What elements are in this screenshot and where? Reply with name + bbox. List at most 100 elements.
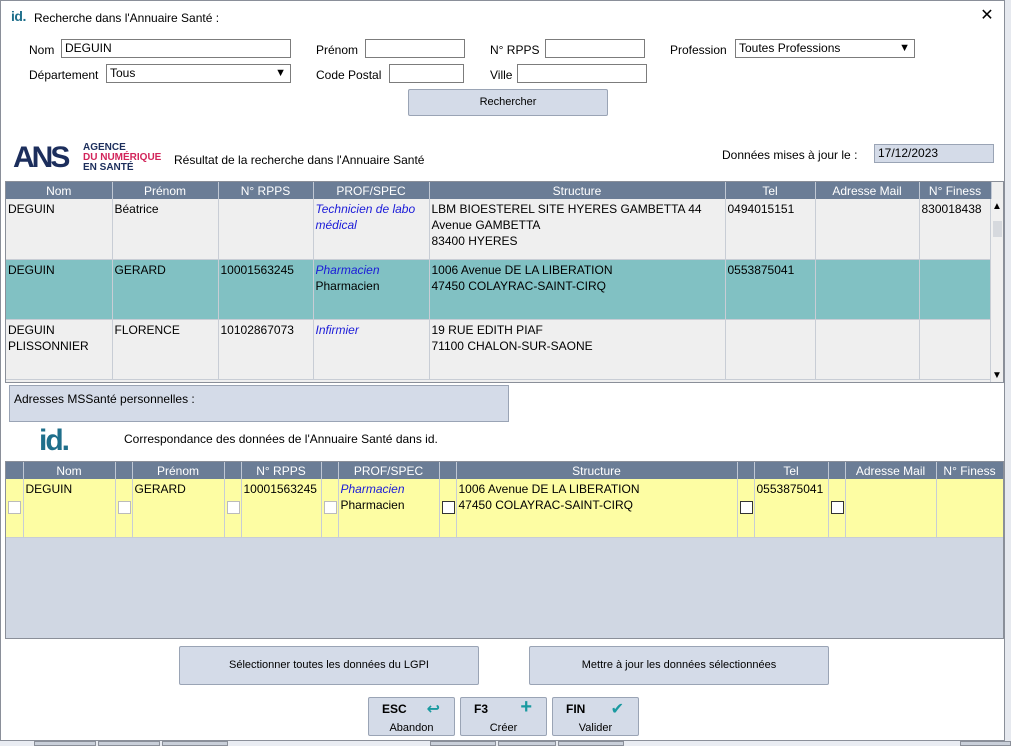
mssante-label: Adresses MSSanté personnelles : bbox=[14, 392, 195, 406]
cell-spec: Technicien de labo médical bbox=[315, 202, 416, 232]
scroll-down-icon[interactable]: ▼ bbox=[992, 370, 1002, 381]
table-row[interactable]: DEGUIN PLISSONNIER FLORENCE 10102867073 … bbox=[6, 319, 992, 380]
cell-finess: 830018438 bbox=[919, 199, 992, 260]
valider-label: Valider bbox=[578, 722, 613, 734]
scroll-thumb[interactable] bbox=[993, 221, 1002, 237]
mapping-cell-nom: DEGUIN bbox=[23, 479, 116, 538]
column-header-finess[interactable]: N° Finess bbox=[919, 182, 992, 199]
title-bar: id. Recherche dans l'Annuaire Santé : ✕ bbox=[1, 1, 1004, 31]
mssante-addresses-panel: Adresses MSSanté personnelles : bbox=[9, 385, 509, 422]
cell-prof-spec: Infirmier bbox=[313, 319, 430, 380]
abandon-label: Abandon bbox=[389, 722, 434, 734]
mapping-cell bbox=[6, 479, 24, 538]
mapping-header-tel: Tel bbox=[754, 462, 829, 479]
table-row[interactable]: DEGUIN Béatrice Technicien de labo médic… bbox=[6, 199, 992, 260]
ville-field[interactable] bbox=[517, 64, 647, 83]
mapping-check-header bbox=[6, 462, 24, 479]
structure-line: 47450 COLAYRAC-SAINT-CIRQ bbox=[431, 278, 607, 293]
correspondance-title: Correspondance des données de l'Annuaire… bbox=[124, 432, 438, 446]
checkbox-tel[interactable] bbox=[739, 501, 753, 515]
nom-field[interactable]: DEGUIN bbox=[61, 39, 291, 58]
dialog-title: Recherche dans l'Annuaire Santé : bbox=[34, 11, 220, 25]
cell-structure: 19 RUE EDITH PIAF 71100 CHALON-SUR-SAONE bbox=[429, 319, 726, 380]
fin-key-label: FIN bbox=[566, 702, 586, 716]
mapping-header-rpps: N° RPPS bbox=[241, 462, 322, 479]
column-header-rpps[interactable]: N° RPPS bbox=[218, 182, 314, 199]
mapping-header-finess: N° Finess bbox=[936, 462, 1003, 479]
background-tab-annonce bbox=[498, 741, 556, 746]
cell-tel bbox=[725, 319, 816, 380]
rpps-label: N° RPPS bbox=[490, 43, 540, 57]
profession-select-value: Toutes Professions bbox=[739, 41, 841, 55]
mapping-header-structure: Structure bbox=[456, 462, 738, 479]
cell-tel: 0553875041 bbox=[725, 259, 816, 320]
column-header-structure[interactable]: Structure bbox=[429, 182, 726, 199]
cell-mail bbox=[815, 199, 920, 260]
column-header-prof-spec[interactable]: PROF/SPEC bbox=[313, 182, 430, 199]
creer-button[interactable]: F3 + Créer bbox=[460, 696, 547, 736]
departement-select[interactable]: Tous ▼ bbox=[106, 64, 291, 83]
table-row-selected[interactable]: DEGUIN GERARD 10001563245 Pharmacien Pha… bbox=[6, 259, 992, 320]
prenom-field[interactable] bbox=[365, 39, 465, 58]
cell-prenom: GERARD bbox=[112, 259, 219, 320]
code-postal-label: Code Postal bbox=[316, 68, 382, 82]
ans-logo-letters: ANS bbox=[13, 141, 70, 174]
checkbox-rpps[interactable] bbox=[226, 501, 240, 515]
structure-line: 1006 Avenue DE LA LIBERATION bbox=[431, 262, 613, 277]
mapping-check-header bbox=[828, 462, 846, 479]
column-header-nom[interactable]: Nom bbox=[6, 182, 113, 199]
checkbox-structure[interactable] bbox=[441, 501, 455, 515]
code-postal-field[interactable] bbox=[389, 64, 464, 83]
valider-button[interactable]: FIN ✔ Valider bbox=[552, 697, 639, 736]
cell-prenom: FLORENCE bbox=[112, 319, 219, 380]
column-header-tel[interactable]: Tel bbox=[725, 182, 816, 199]
results-scrollbar[interactable]: ▲ ▼ bbox=[990, 199, 1003, 382]
ans-logo: ANS AGENCE DU NUMÉRIQUE EN SANTÉ bbox=[13, 141, 168, 177]
dropdown-arrow-icon: ▼ bbox=[275, 67, 286, 79]
ville-label: Ville bbox=[490, 68, 513, 82]
profession-select[interactable]: Toutes Professions ▼ bbox=[735, 39, 915, 58]
structure-line: 71100 CHALON-SUR-SAONE bbox=[431, 338, 593, 353]
checkbox-nom[interactable] bbox=[8, 501, 21, 515]
mapping-spec: Pharmacien bbox=[340, 482, 405, 496]
rpps-field[interactable] bbox=[545, 39, 645, 58]
column-header-mail[interactable]: Adresse Mail bbox=[815, 182, 920, 199]
plus-icon: + bbox=[520, 696, 532, 718]
mapping-cell-finess bbox=[936, 479, 1003, 538]
mapping-cell-mail bbox=[845, 479, 937, 538]
close-icon[interactable]: ✕ bbox=[978, 7, 996, 25]
result-title: Résultat de la recherche dans l'Annuaire… bbox=[174, 153, 425, 167]
mapping-cell-tel: 0553875041 bbox=[754, 479, 829, 538]
ans-logo-line3: EN SANTÉ bbox=[83, 162, 134, 173]
select-all-lgpi-button[interactable]: Sélectionner toutes les données du LGPI bbox=[179, 646, 479, 685]
return-icon: ↩ bbox=[426, 701, 440, 718]
cell-prenom: Béatrice bbox=[112, 199, 219, 260]
mapping-check-header bbox=[737, 462, 755, 479]
checkbox-prof-spec[interactable] bbox=[323, 501, 337, 515]
mapping-cell bbox=[828, 479, 846, 538]
column-header-prenom[interactable]: Prénom bbox=[112, 182, 219, 199]
structure-line: 1006 Avenue DE LA LIBERATION bbox=[458, 482, 640, 496]
annuaire-sante-dialog: id. Recherche dans l'Annuaire Santé : ✕ … bbox=[0, 0, 1005, 741]
scroll-up-icon[interactable]: ▲ bbox=[992, 201, 1002, 212]
abandon-button[interactable]: ESC ↩ Abandon bbox=[368, 697, 455, 736]
checkbox-mail[interactable] bbox=[830, 501, 844, 515]
rechercher-button[interactable]: Rechercher bbox=[408, 89, 608, 116]
cell-mail bbox=[815, 319, 920, 380]
cell-nom: DEGUIN PLISSONNIER bbox=[6, 319, 113, 380]
update-date-field: 17/12/2023 bbox=[874, 144, 994, 163]
update-selected-button[interactable]: Mettre à jour les données sélectionnées bbox=[529, 646, 829, 685]
mapping-cell-rpps: 10001563245 bbox=[241, 479, 322, 538]
checkmark-icon: ✔ bbox=[610, 701, 624, 718]
dropdown-arrow-icon: ▼ bbox=[899, 42, 910, 54]
background-tab-outils bbox=[98, 741, 160, 746]
checkbox-prenom[interactable] bbox=[117, 501, 131, 515]
mapping-table: Nom Prénom N° RPPS PROF/SPEC Structure T… bbox=[5, 461, 1004, 639]
cell-finess bbox=[919, 319, 992, 380]
mapping-cell bbox=[115, 479, 133, 538]
mapping-header-prenom: Prénom bbox=[132, 462, 225, 479]
cell-rpps: 10001563245 bbox=[218, 259, 314, 320]
cell-prof: Pharmacien bbox=[315, 278, 380, 293]
background-tab-annu-sante bbox=[558, 741, 624, 746]
structure-line: LBM BIOESTEREL SITE HYERES GAMBETTA 44 bbox=[431, 202, 702, 216]
